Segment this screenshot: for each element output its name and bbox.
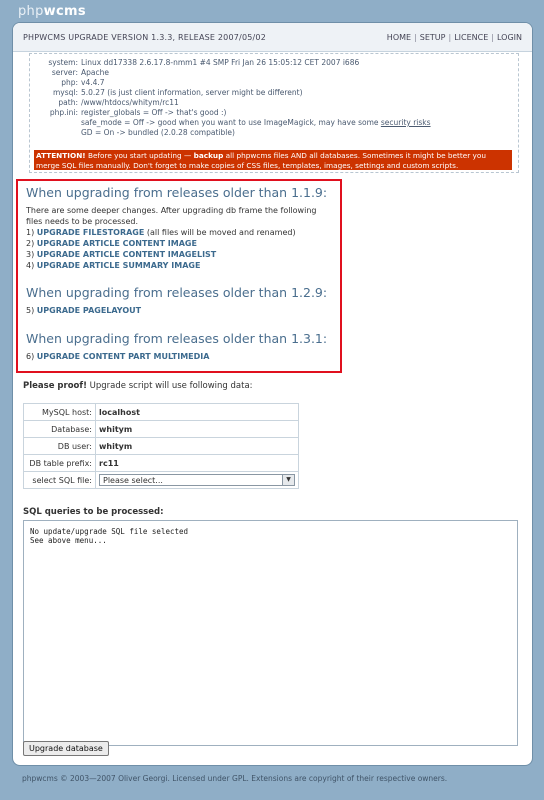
db-prefix-value: rc11 xyxy=(95,454,299,472)
upgrade-heading-129: When upgrading from releases older than … xyxy=(26,285,328,300)
db-user-label: DB user: xyxy=(23,437,96,455)
upgrade-content-part-multimedia-link[interactable]: UPGRADE CONTENT PART MULTIMEDIA xyxy=(37,352,210,361)
mysql-host-label: MySQL host: xyxy=(23,403,96,421)
sql-queries-textarea[interactable]: No update/upgrade SQL file selected See … xyxy=(23,520,518,746)
nav-separator: | xyxy=(414,33,417,42)
top-nav: HOME | SETUP | LICENCE | LOGIN xyxy=(387,33,522,42)
sql-file-label: select SQL file: xyxy=(23,471,96,489)
path-row: path:/www/htdocs/whitym/rc11 xyxy=(58,98,179,107)
sql-queries-heading: SQL queries to be processed: xyxy=(23,507,164,517)
db-prefix-label: DB table prefix: xyxy=(23,454,96,472)
header-bar: PHPWCMS UPGRADE VERSION 1.3.3, RELEASE 2… xyxy=(13,23,532,52)
upgrade-step-4: 4) UPGRADE ARTICLE SUMMARY IMAGE xyxy=(26,261,201,270)
server-row: server: Apache xyxy=(51,68,109,77)
nav-login-link[interactable]: LOGIN xyxy=(497,33,522,42)
database-value: whitym xyxy=(95,420,299,438)
phpwcms-logo: phpwcms xyxy=(18,4,86,19)
table-row: DB user: whitym xyxy=(23,437,299,455)
safe-mode-row: safe_mode = Off -> good when you want to… xyxy=(81,118,431,127)
upgrade-step-5: 5) UPGRADE PAGELAYOUT xyxy=(26,306,142,315)
table-row: select SQL file: Please select... ▼ xyxy=(23,471,299,489)
upgrade-steps-highlight: When upgrading from releases older than … xyxy=(16,179,342,373)
main-panel: PHPWCMS UPGRADE VERSION 1.3.3, RELEASE 2… xyxy=(12,22,533,766)
nav-home-link[interactable]: HOME xyxy=(387,33,411,42)
nav-setup-link[interactable]: SETUP xyxy=(420,33,446,42)
logo-bold-text: wcms xyxy=(43,4,86,19)
table-row: Database: whitym xyxy=(23,420,299,438)
phpini-row: php.ini: register_globals = Off -> that's… xyxy=(49,108,227,117)
db-settings-table: MySQL host: localhost Database: whitym DB … xyxy=(23,403,299,489)
security-risks-link[interactable]: security risks xyxy=(381,118,431,127)
upgrade-filestorage-link[interactable]: UPGRADE FILESTORAGE xyxy=(37,228,145,237)
db-user-value: whitym xyxy=(95,437,299,455)
page-title: PHPWCMS UPGRADE VERSION 1.3.3, RELEASE 2… xyxy=(23,33,266,42)
nav-separator: | xyxy=(491,33,494,42)
upgrade-heading-119: When upgrading from releases older than … xyxy=(26,185,328,200)
proof-notice: Please proof! Upgrade script will use fo… xyxy=(23,381,253,391)
upgrade-article-content-imagelist-link[interactable]: UPGRADE ARTICLE CONTENT IMAGELIST xyxy=(37,250,217,259)
mysql-host-value: localhost xyxy=(95,403,299,421)
system-info-box: system: Linux dd17338 2.6.17.8-nmm1 #4 SM… xyxy=(29,53,519,173)
upgrade-article-content-image-link[interactable]: UPGRADE ARTICLE CONTENT IMAGE xyxy=(37,239,197,248)
upgrade-step-3: 3) UPGRADE ARTICLE CONTENT IMAGELIST xyxy=(26,250,217,259)
upgrade-step-2: 2) UPGRADE ARTICLE CONTENT IMAGE xyxy=(26,239,197,248)
logo-light-text: php xyxy=(18,4,44,19)
upgrade-pagelayout-link[interactable]: UPGRADE PAGELAYOUT xyxy=(37,306,141,315)
sql-file-select[interactable]: Please select... ▼ xyxy=(99,474,295,486)
php-row: php: v4.4.7 xyxy=(61,78,105,87)
upgrade-step-1: 1) UPGRADE FILESTORAGE (all files will b… xyxy=(26,228,296,237)
gd-row: GD = On -> bundled (2.0.28 compatible) xyxy=(81,128,235,137)
sql-file-select-value: Please select... xyxy=(103,476,163,485)
system-row: system: Linux dd17338 2.6.17.8-nmm1 #4 SM… xyxy=(48,58,360,67)
upgrade-intro: There are some deeper changes. After upg… xyxy=(26,206,317,215)
upgrade-database-button[interactable]: Upgrade database xyxy=(23,741,109,756)
table-row: MySQL host: localhost xyxy=(23,403,299,421)
nav-licence-link[interactable]: LICENCE xyxy=(454,33,488,42)
table-row: DB table prefix: rc11 xyxy=(23,454,299,472)
chevron-down-icon[interactable]: ▼ xyxy=(282,475,294,485)
upgrade-intro: files needs to be processed. xyxy=(26,217,138,226)
nav-separator: | xyxy=(448,33,452,42)
upgrade-article-summary-image-link[interactable]: UPGRADE ARTICLE SUMMARY IMAGE xyxy=(37,261,201,270)
mysql-row: mysql: 5.0.27 (is just client information… xyxy=(52,88,303,97)
database-label: Database: xyxy=(23,420,96,438)
attention-banner: ATTENTION! Before you start updating — b… xyxy=(34,150,512,170)
footer-copyright: phpwcms © 2003—2007 Oliver Georgi. Licen… xyxy=(22,774,448,783)
upgrade-heading-131: When upgrading from releases older than … xyxy=(26,331,328,346)
upgrade-step-6: 6) UPGRADE CONTENT PART MULTIMEDIA xyxy=(26,352,210,361)
